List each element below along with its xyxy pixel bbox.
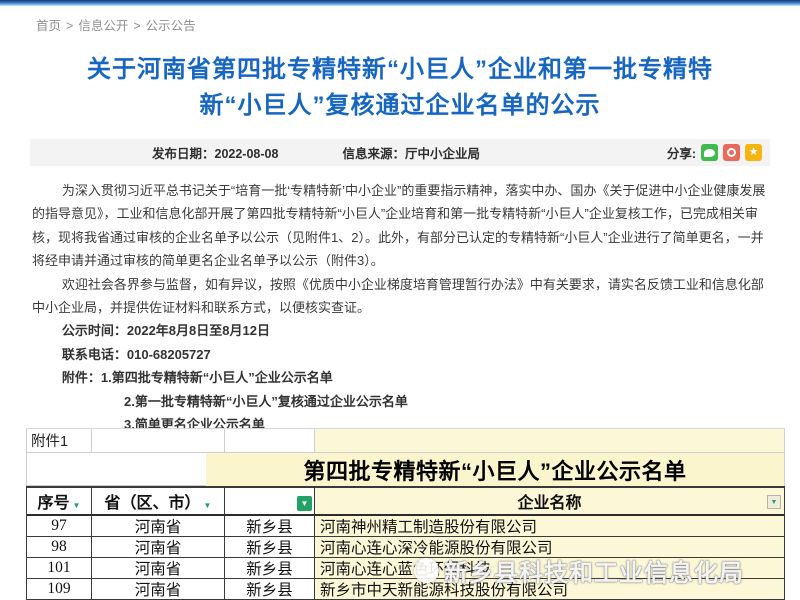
table-title: 第四批专精特新“小巨人”企业公示名单	[206, 453, 785, 486]
table-title-row: 第四批专精特新“小巨人”企业公示名单	[26, 453, 785, 486]
share-bar: 分享: ★	[667, 143, 762, 162]
header-company: 企业名称 ▼	[315, 488, 785, 516]
empty-cell	[91, 429, 224, 453]
page-title-line1: 关于河南省第四批专精特新“小巨人”企业和第一批专精特	[87, 56, 713, 83]
cell-seq: 98	[27, 537, 92, 558]
attachment-label: 附件：	[62, 370, 101, 385]
cell-province: 河南省	[92, 516, 225, 537]
info-source: 信息来源：厅中小企业局	[342, 143, 480, 162]
attachment-item-1: 1.第四批专精特新“小巨人”企业公示名单	[101, 370, 333, 385]
header-seq: 序号 ▼	[27, 488, 92, 516]
article-body: 为深入贯彻习近平总书记关于“培育一批‘专精特新’中小企业”的重要指示精神，落实中…	[30, 179, 770, 470]
share-label: 分享:	[667, 143, 696, 162]
weibo-share-icon[interactable]	[723, 144, 740, 161]
table-row: 101 河南省 新乡县 河南心连心蓝色环保科技	[27, 558, 785, 579]
cell-seq: 109	[27, 579, 92, 600]
table-header-row: 序号 ▼ 省（区、市） ▼ ▼ 企业名称 ▼	[27, 488, 785, 516]
table-row: 98 河南省 新乡县 河南心连心深冷能源股份有限公司	[27, 537, 785, 558]
weibo-eye-glyph	[727, 148, 736, 157]
cell-county: 新乡县	[225, 558, 315, 579]
breadcrumb-home-link[interactable]: 首页	[36, 19, 61, 33]
paragraph-intro: 为深入贯彻习近平总书记关于“培育一批‘专精特新’中小企业”的重要指示精神，落实中…	[32, 179, 768, 273]
active-filter-funnel-icon: ▼	[297, 496, 312, 511]
cell-county: 新乡县	[225, 579, 315, 600]
cell-county: 新乡县	[225, 537, 315, 558]
filter-dropdown-icon: ▼	[73, 501, 81, 510]
page-title-line2: 新“小巨人”复核通过企业名单的公示	[200, 92, 601, 119]
attachment-number-cell: 附件1	[26, 429, 91, 453]
breadcrumb-info-disclosure-link[interactable]: 信息公开	[78, 19, 128, 33]
table-grid: 序号 ▼ 省（区、市） ▼ ▼ 企业名称 ▼ 97 河南省 新乡县 河南神州精工…	[26, 486, 785, 600]
cell-seq: 101	[27, 558, 92, 579]
publicity-time: 公示时间：2022年8月8日至8月12日	[32, 319, 768, 342]
filter-dropdown-icon: ▼	[204, 501, 212, 510]
header-province-label: 省（区、市）	[105, 489, 201, 513]
wechat-share-icon[interactable]	[701, 144, 718, 161]
star-glyph: ★	[749, 147, 759, 158]
filter-dropdown-icon: ▼	[767, 495, 781, 509]
paragraph-supervision: 欢迎社会各界参与监督，如有异议，按照《优质中小企业梯度培育管理暂行办法》中有关要…	[32, 273, 768, 320]
empty-cell	[224, 429, 314, 453]
attachment-item-2: 2.第一批专精特新“小巨人”复核通过企业公示名单	[124, 390, 768, 413]
cell-seq: 97	[27, 516, 92, 537]
article-content: 关于河南省第四批专精特新“小巨人”企业和第一批专精特 新“小巨人”复核通过企业名…	[30, 42, 770, 470]
empty-highlight-cell	[314, 429, 785, 453]
site-header-bottom-edge	[0, 0, 800, 6]
wechat-bubble-glyph	[704, 149, 715, 157]
cell-company: 河南心连心深冷能源股份有限公司	[315, 537, 785, 558]
table-row: 109 河南省 新乡县 新乡市中天新能源科技股份有限公司	[27, 579, 785, 600]
header-company-label: 企业名称	[517, 489, 581, 513]
cell-company: 新乡市中天新能源科技股份有限公司	[315, 579, 785, 600]
contact-phone: 联系电话：010-68205727	[32, 343, 768, 366]
attachment-list-line1: 附件：1.第四批专精特新“小巨人”企业公示名单	[32, 366, 768, 389]
breadcrumb: 首页 > 信息公开 > 公示公告	[36, 15, 196, 34]
cell-company: 河南心连心蓝色环保科技	[315, 558, 785, 579]
cell-county: 新乡县	[225, 516, 315, 537]
cell-company: 河南神州精工制造股份有限公司	[315, 516, 785, 537]
breadcrumb-announcements-link[interactable]: 公示公告	[146, 19, 196, 33]
title-row-left-cell	[26, 453, 206, 486]
attachment-number-row: 附件1	[26, 428, 785, 453]
header-province: 省（区、市） ▼	[92, 488, 225, 516]
header-county: ▼	[225, 488, 315, 516]
embedded-spreadsheet-image: 附件1 第四批专精特新“小巨人”企业公示名单 序号 ▼ 省（区、市） ▼ ▼ 企…	[26, 428, 785, 600]
table-row: 97 河南省 新乡县 河南神州精工制造股份有限公司	[27, 516, 785, 537]
cell-province: 河南省	[92, 558, 225, 579]
page-title: 关于河南省第四批专精特新“小巨人”企业和第一批专精特 新“小巨人”复核通过企业名…	[38, 52, 762, 124]
breadcrumb-separator: >	[66, 19, 73, 33]
cell-province: 河南省	[92, 537, 225, 558]
header-seq-label: 序号	[38, 489, 70, 513]
favorite-star-icon[interactable]: ★	[745, 144, 762, 161]
breadcrumb-separator: >	[133, 19, 140, 33]
publish-date: 发布日期：2022-08-08	[152, 143, 278, 162]
cell-province: 河南省	[92, 579, 225, 600]
article-meta-bar: 发布日期：2022-08-08 信息来源：厅中小企业局 分享: ★	[30, 139, 770, 166]
